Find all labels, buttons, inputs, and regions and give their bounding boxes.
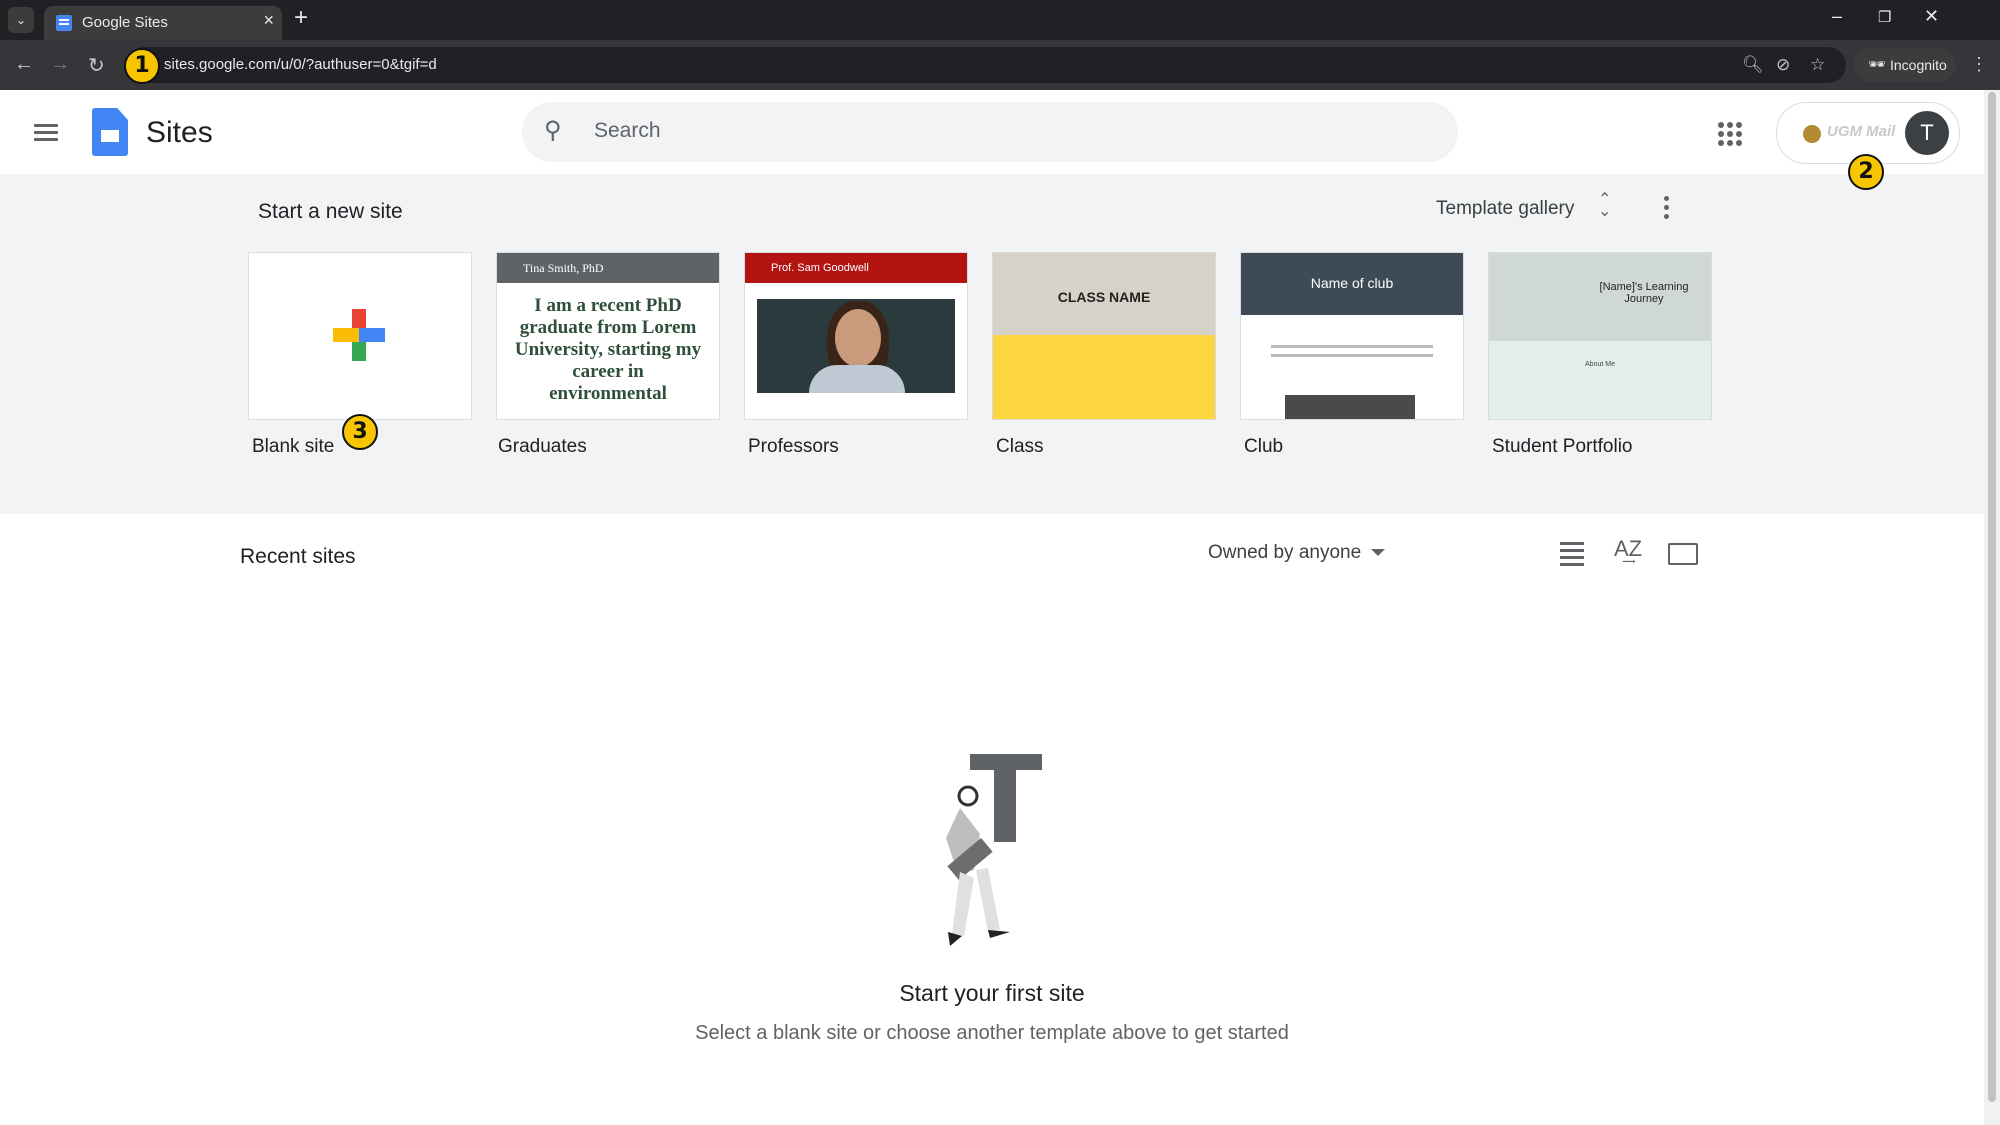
search-icon[interactable]: ⚲ bbox=[544, 116, 562, 145]
new-tab-plus-icon[interactable]: + bbox=[294, 4, 308, 32]
eye-off-icon[interactable]: ⊘ bbox=[1776, 55, 1790, 75]
incognito-icon: 🕶︎ bbox=[1868, 56, 1886, 72]
portfolio-about-section: About Me bbox=[1489, 341, 1711, 419]
template-card-club[interactable]: Name of club bbox=[1240, 252, 1464, 420]
folder-icon[interactable] bbox=[1668, 543, 1698, 565]
dropdown-caret-icon bbox=[1371, 549, 1386, 557]
preview-header: Prof. Sam Goodwell bbox=[745, 253, 967, 283]
forward-arrow-icon[interactable]: → bbox=[50, 53, 70, 76]
recent-sites-title: Recent sites bbox=[240, 545, 356, 568]
empty-state-title: Start your first site bbox=[899, 980, 1085, 1006]
sort-az-icon[interactable]: A͢Z bbox=[1614, 536, 1642, 562]
preview-title: CLASS NAME bbox=[1057, 289, 1151, 305]
template-label[interactable]: Professors bbox=[748, 436, 839, 458]
start-new-site-title: Start a new site bbox=[258, 200, 403, 223]
sites-logo-icon[interactable] bbox=[92, 108, 128, 156]
back-arrow-icon[interactable]: ← bbox=[14, 53, 34, 76]
template-label[interactable]: Graduates bbox=[498, 436, 587, 458]
empty-state-illustration bbox=[946, 754, 1042, 946]
search-input[interactable]: Search bbox=[594, 119, 661, 143]
template-card-professors[interactable]: Prof. Sam Goodwell bbox=[744, 252, 968, 420]
app-name[interactable]: Sites bbox=[146, 116, 213, 150]
owner-filter-dropdown[interactable]: Owned by anyone bbox=[1208, 542, 1386, 564]
sites-favicon-icon bbox=[56, 15, 72, 31]
tab-title: Google Sites bbox=[82, 14, 168, 31]
zoom-icon[interactable]: 🔍︎ bbox=[1742, 55, 1764, 75]
owner-filter-label: Owned by anyone bbox=[1208, 542, 1362, 563]
bookmark-star-icon[interactable]: ☆ bbox=[1810, 55, 1825, 75]
incognito-badge[interactable]: 🕶︎ Incognito bbox=[1854, 48, 1956, 82]
template-card-student-portfolio[interactable]: [Name]'s Learning Journey About Me bbox=[1488, 252, 1712, 420]
preview-title: [Name]'s Learning Journey bbox=[1599, 281, 1689, 305]
template-label[interactable]: Club bbox=[1244, 436, 1283, 458]
class-hero-image: CLASS NAME bbox=[993, 253, 1215, 335]
avatar[interactable]: T bbox=[1905, 111, 1949, 155]
professor-photo bbox=[757, 299, 955, 393]
preview-subtitle: About Me bbox=[1585, 361, 1615, 368]
sites-page: Sites ⚲ Search UGM Mail T Start a new si… bbox=[0, 90, 1984, 1125]
class-yellow-section bbox=[993, 335, 1215, 419]
list-view-icon[interactable] bbox=[1560, 542, 1584, 570]
main-menu-icon[interactable] bbox=[34, 124, 58, 142]
browser-tab-google-sites[interactable]: Google Sites × bbox=[44, 6, 282, 40]
url-text[interactable]: sites.google.com/u/0/?authuser=0&tgif=d bbox=[164, 56, 437, 73]
browser-tab-strip: ⌄ Google Sites × + – ❐ ✕ bbox=[0, 0, 2000, 40]
template-card-blank[interactable] bbox=[248, 252, 472, 420]
scrollbar-thumb[interactable] bbox=[1988, 92, 1996, 1102]
incognito-label: Incognito bbox=[1890, 57, 1947, 73]
empty-state-subtitle: Select a blank site or choose another te… bbox=[695, 1022, 1289, 1044]
template-label[interactable]: Class bbox=[996, 436, 1044, 458]
template-gallery-section: Start a new site Template gallery ⌃ ⌄ Bla… bbox=[0, 174, 1984, 514]
minimize-icon[interactable]: – bbox=[1832, 6, 1842, 27]
preview-header: Tina Smith, PhD bbox=[497, 253, 719, 283]
template-card-graduates[interactable]: Tina Smith, PhD I am a recent PhD gradua… bbox=[496, 252, 720, 420]
club-hero-image: Name of club bbox=[1241, 253, 1463, 315]
gallery-more-icon[interactable] bbox=[1664, 196, 1670, 223]
restore-icon[interactable]: ❐ bbox=[1878, 8, 1891, 26]
template-card-class[interactable]: CLASS NAME bbox=[992, 252, 1216, 420]
annotation-marker-2: 2 bbox=[1848, 154, 1884, 190]
annotation-marker-3: 3 bbox=[342, 414, 378, 450]
close-tab-icon[interactable]: × bbox=[263, 10, 274, 31]
preview-text: I am a recent PhD graduate from Lorem Un… bbox=[514, 295, 702, 404]
google-apps-icon[interactable] bbox=[1718, 122, 1742, 146]
template-label[interactable]: Blank site bbox=[252, 436, 334, 458]
template-gallery-toggle[interactable]: Template gallery bbox=[1436, 198, 1574, 220]
template-label[interactable]: Student Portfolio bbox=[1492, 436, 1632, 458]
org-label: UGM Mail bbox=[1827, 123, 1896, 140]
chrome-menu-icon[interactable]: ⋮ bbox=[1970, 54, 1988, 75]
org-seal-icon bbox=[1803, 125, 1821, 143]
club-photo bbox=[1285, 395, 1415, 419]
preview-title: Name of club bbox=[1310, 275, 1394, 291]
close-window-icon[interactable]: ✕ bbox=[1924, 6, 1939, 27]
search-bar[interactable]: ⚲ Search bbox=[522, 102, 1458, 162]
portfolio-hero-image: [Name]'s Learning Journey bbox=[1489, 253, 1711, 341]
reload-icon[interactable]: ↻ bbox=[88, 53, 105, 78]
annotation-marker-1: 1 bbox=[124, 48, 160, 84]
expand-collapse-icon[interactable]: ⌃ ⌄ bbox=[1598, 192, 1611, 220]
tab-search-chevron-icon[interactable]: ⌄ bbox=[8, 7, 34, 33]
